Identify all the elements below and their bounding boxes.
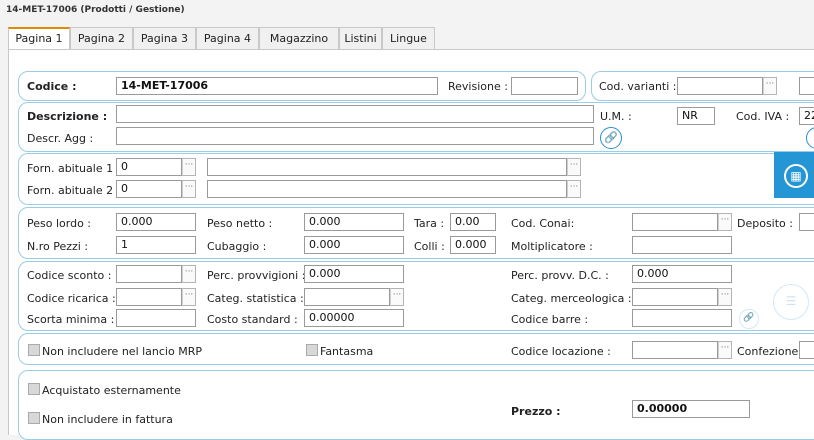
prezzo-label: Prezzo : [511, 405, 561, 418]
varianti-label: Cod. varianti : [599, 80, 677, 93]
codice-ricarica-label: Codice ricarica : [27, 292, 116, 305]
confezione-input[interactable] [799, 341, 814, 359]
forn1-label: Forn. abituale 1 : [27, 162, 121, 175]
codice-ricarica-lookup-button[interactable]: ··· [182, 288, 196, 306]
provvigioni-input[interactable]: 0.000 [304, 265, 404, 283]
costo-standard-input[interactable]: 0.00000 [304, 309, 404, 327]
tab-pagina-1[interactable]: Pagina 1 [8, 27, 70, 50]
forn1-lookup-button[interactable]: ··· [182, 158, 196, 176]
categ-merceologica-input[interactable] [632, 288, 718, 306]
provv-dc-label: Perc. provv. D.C. : [511, 269, 609, 282]
scorta-minima-input[interactable] [116, 309, 196, 327]
prezzo-input[interactable]: 0.00000 [632, 400, 750, 418]
tab-listini[interactable]: Listini [339, 27, 382, 49]
conai-label: Cod. Conai: [511, 217, 575, 230]
peso-netto-label: Peso netto : [207, 217, 273, 230]
tab-pagina-3[interactable]: Pagina 3 [133, 27, 196, 49]
acquistato-esternamente-label: Acquistato esternamente [42, 384, 181, 397]
cubaggio-label: Cubaggio : [207, 240, 267, 253]
fantasma-checkbox[interactable] [306, 344, 318, 356]
codice-locazione-label: Codice locazione : [511, 345, 611, 358]
costo-standard-label: Costo standard : [207, 313, 298, 326]
barcode-icon[interactable]: ☰ [773, 284, 809, 320]
forn2-code-input[interactable]: 0 [116, 180, 182, 198]
no-mrp-label: Non includere nel lancio MRP [42, 345, 202, 358]
no-fattura-checkbox[interactable] [28, 412, 40, 424]
fantasma-label: Fantasma [320, 345, 374, 358]
codice-barre-label: Codice barre : [511, 313, 589, 326]
varianti-lookup-button[interactable]: ··· [763, 77, 777, 95]
deposito-input[interactable] [799, 213, 814, 231]
provvigioni-label: Perc. provvigioni : [207, 269, 306, 282]
codice-sconto-label: Codice sconto : [27, 269, 112, 282]
peso-lordo-label: Peso lordo : [27, 217, 91, 230]
forn1-name-input[interactable] [207, 158, 567, 176]
um-label: U.M. : [600, 110, 632, 123]
revisione-input[interactable] [511, 77, 578, 95]
peso-lordo-input[interactable]: 0.000 [116, 213, 196, 231]
cod-iva-label: Cod. IVA : [736, 110, 790, 123]
peso-netto-input[interactable]: 0.000 [304, 213, 404, 231]
link-icon[interactable]: 🔗 [600, 127, 622, 149]
revisione-label: Revisione : [448, 80, 508, 93]
no-fattura-label: Non includere in fattura [42, 413, 173, 426]
moltiplicatore-label: Moltiplicatore : [511, 240, 593, 253]
pezzi-label: N.ro Pezzi : [27, 240, 89, 253]
scorta-minima-label: Scorta minima : [27, 313, 115, 326]
colli-input[interactable]: 0.000 [450, 236, 496, 254]
conai-lookup-button[interactable]: ··· [718, 213, 732, 231]
window-title-bar: 14-MET-17006 (Prodotti / Gestione) [0, 0, 814, 22]
tab-lingue[interactable]: Lingue [382, 27, 435, 49]
dashboard-tile-button[interactable]: ▦ [774, 152, 814, 198]
categ-statistica-input[interactable] [304, 288, 390, 306]
codice-sconto-lookup-button[interactable]: ··· [182, 265, 196, 283]
forn2-name-lookup-button[interactable]: ··· [567, 180, 581, 198]
um-input[interactable]: NR [677, 107, 715, 125]
cod-iva-input[interactable]: 22 [799, 107, 814, 125]
deposito-label: Deposito : [737, 217, 793, 230]
forn1-name-lookup-button[interactable]: ··· [567, 158, 581, 176]
categ-statistica-label: Categ. statistica : [207, 292, 304, 305]
tara-input[interactable]: 0.00 [450, 213, 496, 231]
categ-merceologica-lookup-button[interactable]: ··· [718, 288, 732, 306]
codice-ricarica-input[interactable] [116, 288, 182, 306]
barcode-link-icon[interactable]: 🔗 [739, 309, 759, 329]
forn2-label: Forn. abituale 2 : [27, 184, 121, 197]
tab-magazzino[interactable]: Magazzino [259, 27, 339, 49]
forn2-name-input[interactable] [207, 180, 567, 198]
conai-input[interactable] [632, 213, 718, 231]
varianti-extra-input[interactable] [799, 77, 814, 95]
tab-pagina-4[interactable]: Pagina 4 [196, 27, 259, 49]
colli-label: Colli : [414, 240, 445, 253]
provv-dc-input[interactable]: 0.000 [632, 265, 732, 283]
descr-agg-input[interactable] [116, 127, 594, 145]
codice-locazione-lookup-button[interactable]: ··· [718, 341, 732, 359]
acquistato-esternamente-checkbox[interactable] [28, 383, 40, 395]
descrizione-label: Descrizione : [27, 110, 108, 123]
varianti-input[interactable] [677, 77, 763, 95]
tara-label: Tara : [414, 217, 445, 230]
codice-locazione-input[interactable] [632, 341, 718, 359]
tab-pagina-2[interactable]: Pagina 2 [70, 27, 133, 49]
codice-label: Codice : [27, 80, 77, 93]
codice-barre-input[interactable] [632, 309, 732, 327]
window-title: 14-MET-17006 (Prodotti / Gestione) [6, 5, 185, 15]
descr-agg-label: Descr. Agg : [27, 132, 94, 145]
cubaggio-input[interactable]: 0.000 [304, 236, 404, 254]
descrizione-input[interactable] [116, 105, 594, 123]
moltiplicatore-input[interactable] [632, 236, 732, 254]
categ-merceologica-label: Categ. merceologica : [511, 292, 632, 305]
forn1-code-input[interactable]: 0 [116, 158, 182, 176]
categ-statistica-lookup-button[interactable]: ··· [390, 288, 404, 306]
codice-input[interactable]: 14-MET-17006 [116, 77, 438, 95]
forn2-lookup-button[interactable]: ··· [182, 180, 196, 198]
confezione-label: Confezione [737, 345, 799, 358]
apps-grid-icon: ▦ [784, 164, 808, 188]
no-mrp-checkbox[interactable] [28, 344, 40, 356]
pezzi-input[interactable]: 1 [116, 236, 196, 254]
codice-sconto-input[interactable] [116, 265, 182, 283]
